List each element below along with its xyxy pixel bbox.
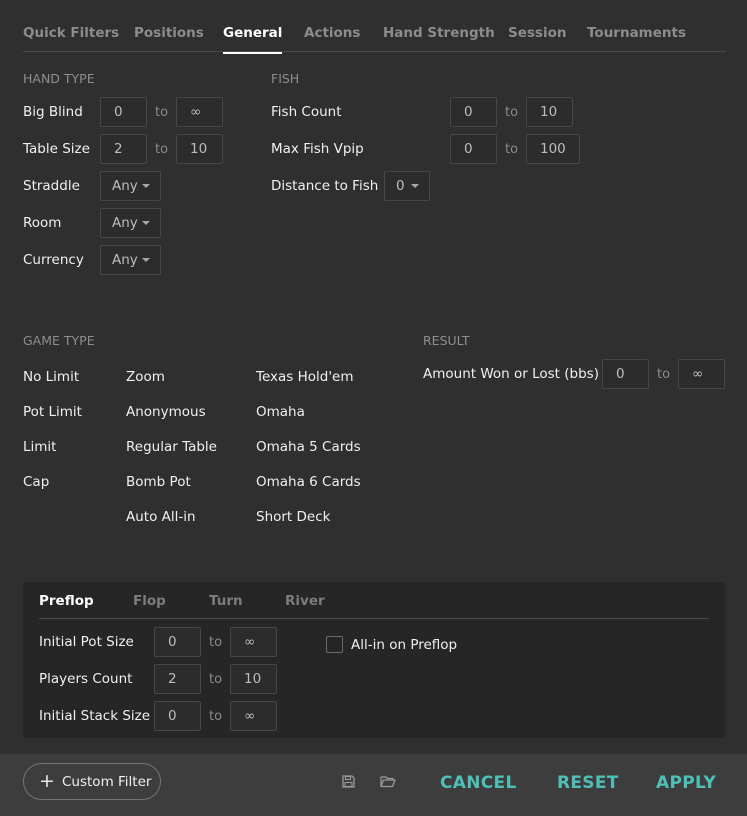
game-type-pot-limit[interactable]: Pot Limit (23, 404, 82, 420)
game-type-title: GAME TYPE (23, 333, 95, 348)
table-size-label: Table Size (23, 141, 90, 157)
game-type-texas-holdem[interactable]: Texas Hold'em (256, 369, 354, 385)
tab-preflop[interactable]: Preflop (39, 593, 94, 609)
game-type-auto-all-in[interactable]: Auto All-in (126, 509, 196, 525)
currency-value: Any (112, 252, 138, 268)
custom-filter-button[interactable]: + Custom Filter (23, 763, 161, 800)
currency-dropdown[interactable]: Any (100, 245, 161, 275)
straddle-value: Any (112, 178, 138, 194)
game-type-no-limit[interactable]: No Limit (23, 369, 79, 385)
table-size-max-input[interactable]: 10 (176, 134, 223, 164)
range-to-label: to (505, 142, 519, 157)
tab-river[interactable]: River (285, 593, 325, 609)
tab-tournaments[interactable]: Tournaments (587, 25, 686, 41)
distance-to-fish-dropdown[interactable]: 0 (384, 171, 430, 201)
big-blind-label: Big Blind (23, 104, 83, 120)
initial-stack-size-min-input[interactable]: 0 (154, 701, 201, 731)
initial-pot-size-max-input[interactable]: ∞ (230, 627, 277, 657)
range-to-label: to (155, 142, 169, 157)
apply-button[interactable]: APPLY (656, 773, 716, 793)
all-in-preflop-checkbox[interactable] (326, 636, 343, 653)
fish-count-min-input[interactable]: 0 (450, 97, 497, 127)
fish-count-label: Fish Count (271, 104, 342, 120)
straddle-dropdown[interactable]: Any (100, 171, 161, 201)
max-fish-vpip-label: Max Fish Vpip (271, 141, 364, 157)
game-type-omaha-6-cards[interactable]: Omaha 6 Cards (256, 474, 361, 490)
max-fish-vpip-max-input[interactable]: 100 (526, 134, 580, 164)
fish-title: FISH (271, 71, 300, 86)
range-to-label: to (155, 105, 169, 120)
straddle-label: Straddle (23, 178, 80, 194)
tab-session[interactable]: Session (508, 25, 566, 41)
big-blind-max-input[interactable]: ∞ (176, 97, 223, 127)
players-count-label: Players Count (39, 671, 133, 687)
players-count-min-input[interactable]: 2 (154, 664, 201, 694)
range-to-label: to (209, 709, 223, 724)
max-fish-vpip-min-input[interactable]: 0 (450, 134, 497, 164)
tab-flop[interactable]: Flop (133, 593, 166, 609)
footer-bar: + Custom Filter CANCEL RESET APPLY (0, 754, 747, 816)
filter-tabs: Quick Filters Positions General Actions … (23, 0, 726, 54)
cancel-button[interactable]: CANCEL (440, 773, 517, 793)
range-to-label: to (657, 367, 671, 382)
players-count-max-input[interactable]: 10 (230, 664, 277, 694)
room-label: Room (23, 215, 62, 231)
distance-to-fish-value: 0 (396, 178, 405, 194)
currency-label: Currency (23, 252, 84, 268)
initial-stack-size-max-input[interactable]: ∞ (230, 701, 277, 731)
range-to-label: to (209, 672, 223, 687)
room-value: Any (112, 215, 138, 231)
game-type-cap[interactable]: Cap (23, 474, 49, 490)
tab-hand-strength[interactable]: Hand Strength (383, 25, 495, 41)
amount-won-min-input[interactable]: 0 (602, 359, 649, 389)
table-size-min-input[interactable]: 2 (100, 134, 147, 164)
tab-positions[interactable]: Positions (134, 25, 204, 41)
chevron-down-icon (142, 184, 150, 188)
result-title: RESULT (423, 333, 470, 348)
tab-actions[interactable]: Actions (304, 25, 360, 41)
street-tabs-divider (39, 618, 709, 619)
chevron-down-icon (411, 184, 419, 188)
game-type-anonymous[interactable]: Anonymous (126, 404, 206, 420)
initial-stack-size-label: Initial Stack Size (39, 708, 151, 724)
game-type-regular-table[interactable]: Regular Table (126, 439, 217, 455)
amount-won-label: Amount Won or Lost (bbs) (423, 366, 599, 382)
room-dropdown[interactable]: Any (100, 208, 161, 238)
initial-pot-size-label: Initial Pot Size (39, 634, 134, 650)
all-in-preflop-label: All-in on Preflop (351, 637, 458, 653)
distance-to-fish-label: Distance to Fish (271, 178, 379, 194)
tab-quick-filters[interactable]: Quick Filters (23, 25, 119, 41)
game-type-bomb-pot[interactable]: Bomb Pot (126, 474, 191, 490)
hand-type-title: HAND TYPE (23, 71, 95, 86)
amount-won-max-input[interactable]: ∞ (678, 359, 725, 389)
game-type-short-deck[interactable]: Short Deck (256, 509, 330, 525)
fish-count-max-input[interactable]: 10 (526, 97, 573, 127)
chevron-down-icon (142, 221, 150, 225)
plus-icon: + (39, 770, 55, 792)
tab-turn[interactable]: Turn (209, 593, 243, 609)
big-blind-min-input[interactable]: 0 (100, 97, 147, 127)
range-to-label: to (505, 105, 519, 120)
game-type-zoom[interactable]: Zoom (126, 369, 165, 385)
tab-general[interactable]: General (223, 25, 283, 54)
game-type-omaha[interactable]: Omaha (256, 404, 305, 420)
chevron-down-icon (142, 258, 150, 262)
street-panel: Preflop Flop Turn River Initial Pot Size… (23, 582, 725, 738)
game-type-omaha-5-cards[interactable]: Omaha 5 Cards (256, 439, 361, 455)
folder-open-icon[interactable] (380, 775, 396, 788)
range-to-label: to (209, 635, 223, 650)
save-icon[interactable] (342, 775, 355, 788)
initial-pot-size-min-input[interactable]: 0 (154, 627, 201, 657)
reset-button[interactable]: RESET (557, 773, 619, 793)
custom-filter-label: Custom Filter (62, 774, 152, 790)
game-type-limit[interactable]: Limit (23, 439, 56, 455)
